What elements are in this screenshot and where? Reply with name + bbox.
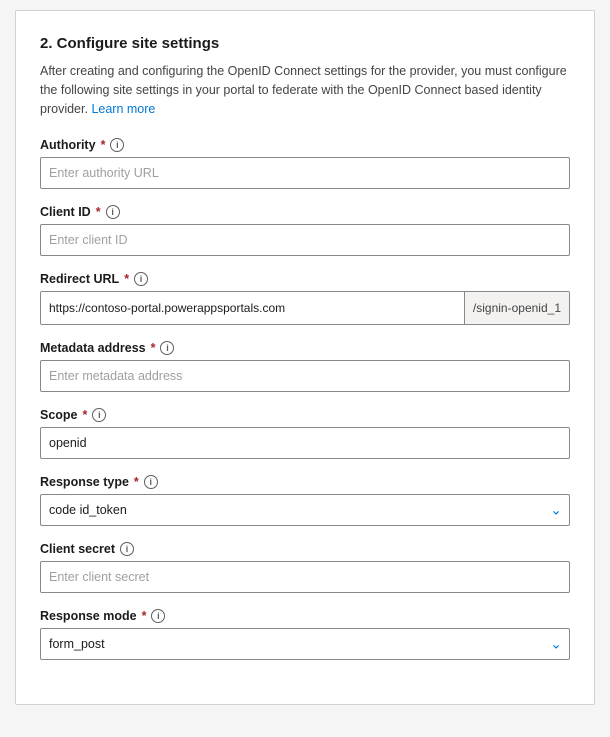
learn-more-link[interactable]: Learn more — [91, 102, 155, 116]
authority-field-group: Authority * i — [40, 138, 570, 189]
response-mode-field-group: Response mode * i form_postqueryfragment… — [40, 609, 570, 660]
authority-input[interactable] — [40, 157, 570, 189]
response-type-info-icon[interactable]: i — [144, 475, 158, 489]
client-secret-field-group: Client secret i — [40, 542, 570, 593]
response-type-label: Response type * i — [40, 475, 570, 489]
response-mode-label: Response mode * i — [40, 609, 570, 623]
response-type-select[interactable]: code id_tokencodeid_tokentoken — [40, 494, 570, 526]
scope-input[interactable] — [40, 427, 570, 459]
client-secret-info-icon[interactable]: i — [120, 542, 134, 556]
response-mode-dropdown-wrapper: form_postqueryfragment ⌄ — [40, 628, 570, 660]
configure-site-settings-card: 2. Configure site settings After creatin… — [15, 10, 595, 705]
client-id-field-group: Client ID * i — [40, 205, 570, 256]
redirect-url-row: /signin-openid_1 — [40, 291, 570, 325]
redirect-url-info-icon[interactable]: i — [134, 272, 148, 286]
client-id-info-icon[interactable]: i — [106, 205, 120, 219]
scope-required-star: * — [83, 408, 88, 422]
client-secret-input[interactable] — [40, 561, 570, 593]
response-type-dropdown-wrapper: code id_tokencodeid_tokentoken ⌄ — [40, 494, 570, 526]
metadata-address-info-icon[interactable]: i — [160, 341, 174, 355]
response-type-required-star: * — [134, 475, 139, 489]
section-title: 2. Configure site settings — [40, 35, 570, 52]
client-id-label: Client ID * i — [40, 205, 570, 219]
authority-label: Authority * i — [40, 138, 570, 152]
redirect-url-suffix: /signin-openid_1 — [464, 292, 569, 324]
authority-info-icon[interactable]: i — [110, 138, 124, 152]
response-type-field-group: Response type * i code id_tokencodeid_to… — [40, 475, 570, 526]
scope-field-group: Scope * i — [40, 408, 570, 459]
redirect-url-input[interactable] — [41, 292, 464, 324]
response-mode-info-icon[interactable]: i — [151, 609, 165, 623]
scope-info-icon[interactable]: i — [92, 408, 106, 422]
metadata-address-field-group: Metadata address * i — [40, 341, 570, 392]
redirect-url-required-star: * — [124, 272, 129, 286]
client-secret-label: Client secret i — [40, 542, 570, 556]
response-mode-required-star: * — [142, 609, 147, 623]
authority-required-star: * — [101, 138, 106, 152]
client-id-input[interactable] — [40, 224, 570, 256]
metadata-address-input[interactable] — [40, 360, 570, 392]
client-id-required-star: * — [96, 205, 101, 219]
redirect-url-label: Redirect URL * i — [40, 272, 570, 286]
response-mode-select[interactable]: form_postqueryfragment — [40, 628, 570, 660]
redirect-url-field-group: Redirect URL * i /signin-openid_1 — [40, 272, 570, 325]
metadata-address-label: Metadata address * i — [40, 341, 570, 355]
metadata-address-required-star: * — [151, 341, 156, 355]
scope-label: Scope * i — [40, 408, 570, 422]
section-description: After creating and configuring the OpenI… — [40, 62, 570, 118]
